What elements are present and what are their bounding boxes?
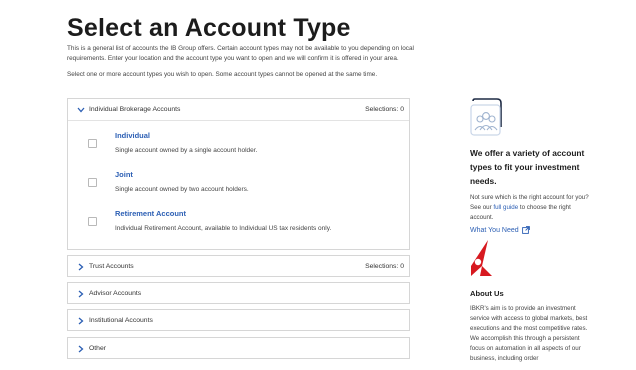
chevron-right-icon bbox=[76, 290, 85, 298]
sidebar-heading: We offer a variety of account types to f… bbox=[470, 148, 585, 186]
sidebar-guide-text: Not sure which is the right account for … bbox=[470, 193, 590, 223]
accordion-other[interactable]: Other bbox=[67, 337, 410, 359]
accordion-header-advisor[interactable]: Advisor Accounts bbox=[68, 283, 409, 304]
accordion-header-other[interactable]: Other bbox=[68, 338, 409, 359]
full-guide-link[interactable]: full guide bbox=[493, 204, 518, 211]
accordion-advisor[interactable]: Advisor Accounts bbox=[67, 282, 410, 304]
about-us-title: About Us bbox=[470, 289, 504, 298]
what-you-need-label[interactable]: What You Need bbox=[470, 227, 519, 234]
option-description: Single account owned by a single account… bbox=[115, 147, 258, 154]
selections-count: Selections: 0 bbox=[365, 263, 404, 270]
option-description: Individual Retirement Account, available… bbox=[115, 225, 332, 232]
chevron-right-icon bbox=[76, 263, 85, 271]
option-name[interactable]: Individual bbox=[115, 131, 150, 140]
external-link-icon bbox=[521, 226, 530, 234]
accordion-label: Advisor Accounts bbox=[89, 290, 142, 297]
individual-checkbox[interactable] bbox=[88, 139, 97, 148]
about-us-text: IBKR's aim is to provide an investment s… bbox=[470, 305, 588, 362]
option-description: Single account owned by two account hold… bbox=[115, 186, 249, 193]
ibkr-logo bbox=[471, 240, 492, 276]
accordion-label: Individual Brokerage Accounts bbox=[89, 106, 181, 113]
accordion-label: Trust Accounts bbox=[89, 263, 134, 270]
selections-count: Selections: 0 bbox=[365, 106, 404, 113]
page-title: Select an Account Type bbox=[67, 14, 351, 42]
accordion-trust[interactable]: Trust Accounts Selections: 0 bbox=[67, 255, 410, 277]
accordion-header-trust[interactable]: Trust Accounts Selections: 0 bbox=[68, 256, 409, 277]
accordion-institutional[interactable]: Institutional Accounts bbox=[67, 309, 410, 331]
what-you-need-link[interactable]: What You Need bbox=[470, 226, 590, 234]
accordion-individual-brokerage: Individual Brokerage Accounts Selections… bbox=[67, 98, 410, 250]
chevron-down-icon bbox=[76, 107, 85, 113]
intro-instructions: Select one or more account types you wis… bbox=[67, 71, 378, 78]
chevron-right-icon bbox=[76, 345, 85, 353]
chevron-right-icon bbox=[76, 317, 85, 325]
accordion-label: Institutional Accounts bbox=[89, 317, 153, 324]
option-name[interactable]: Retirement Account bbox=[115, 209, 186, 218]
retirement-checkbox[interactable] bbox=[88, 217, 97, 226]
accordion-body: Individual Single account owned by a sin… bbox=[68, 120, 409, 251]
accordion-label: Other bbox=[89, 345, 106, 352]
option-name[interactable]: Joint bbox=[115, 170, 133, 179]
joint-checkbox[interactable] bbox=[88, 178, 97, 187]
people-folder-icon bbox=[470, 98, 502, 136]
accordion-header-individual-brokerage[interactable]: Individual Brokerage Accounts Selections… bbox=[68, 99, 409, 120]
accordion-header-institutional[interactable]: Institutional Accounts bbox=[68, 310, 409, 331]
intro-text: This is a general list of accounts the I… bbox=[67, 45, 414, 62]
